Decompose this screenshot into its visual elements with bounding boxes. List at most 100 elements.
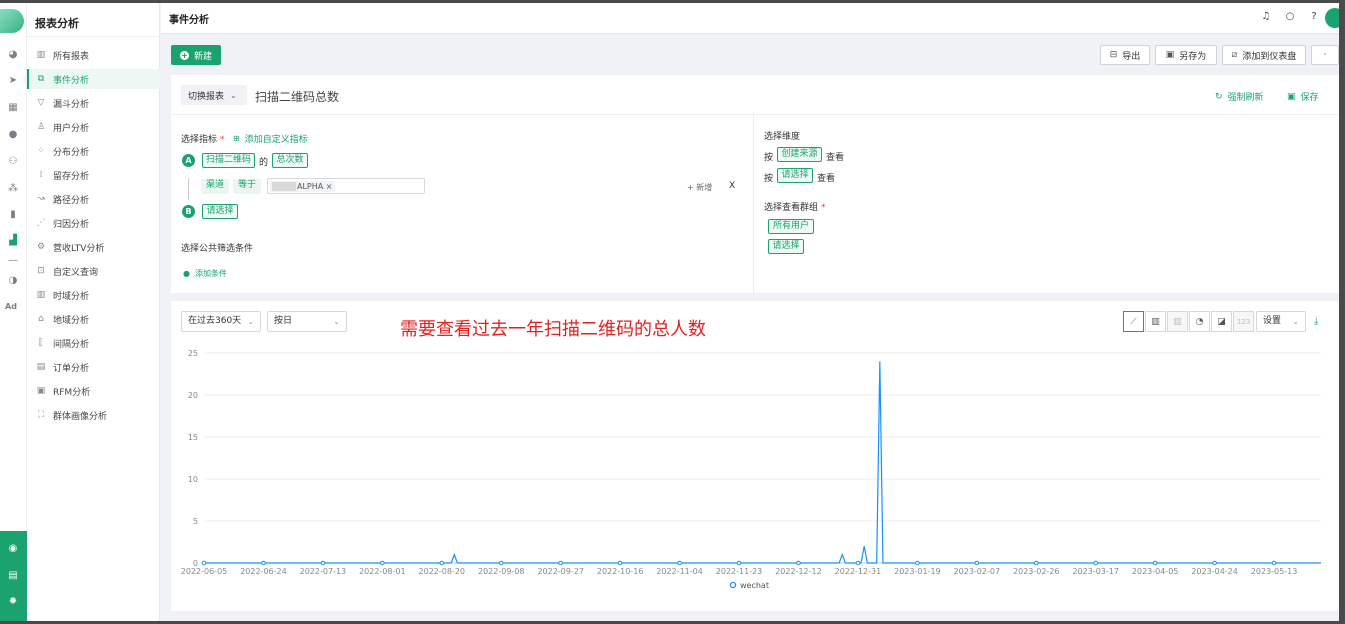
menu-item-attribution[interactable]: ⋰ 归因分析 (27, 213, 160, 233)
person-icon[interactable]: ● (7, 129, 19, 141)
revenue-icon: ⚙ (36, 242, 46, 252)
x-tick-label: 2022-07-13 (300, 567, 347, 576)
area-chart-toggle[interactable]: ◪ (1211, 311, 1232, 332)
page-title: 事件分析 (169, 15, 209, 26)
menu-item-order[interactable]: ▤ 订单分析 (27, 357, 160, 377)
menu-item-persona[interactable]: ⛶ 群体画像分析 (27, 405, 160, 425)
group-selector[interactable]: 所有用户 (768, 219, 814, 234)
users-icon[interactable]: ⚇ (7, 156, 19, 168)
force-refresh-link[interactable]: ↻ 强制刷新 (1215, 90, 1264, 104)
menu-item-revenue-ltv[interactable]: ⚙ 营收LTV分析 (27, 237, 160, 257)
bell-icon[interactable]: ♫ (1260, 11, 1272, 23)
bar-chart-toggle[interactable]: ▥ (1145, 311, 1166, 332)
aggregation-selector[interactable]: 总次数 (272, 153, 308, 168)
stacked-bar-toggle[interactable]: ▥ (1167, 311, 1188, 332)
data-point (261, 560, 266, 566)
menu-item-funnel[interactable]: ▽ 漏斗分析 (27, 93, 160, 113)
chart-panel: 在过去360天 ⌄ 按日 ⌄ 需要查看过去一年扫描二维码的总人数 ⟋ ▥ ▥ ◔ ◪… (171, 301, 1339, 611)
time-icon: ▥ (36, 290, 46, 300)
bookmark-icon[interactable]: ▮ (7, 209, 19, 221)
granularity-select[interactable]: 按日 ⌄ (267, 311, 347, 332)
group-label: 选择查看群组 * (764, 203, 826, 213)
help-icon[interactable]: ? (1308, 11, 1320, 23)
distribution-icon: ⁘ (37, 146, 45, 156)
data-point (558, 560, 563, 566)
plus-icon: + (179, 50, 189, 60)
add-to-dashboard-button[interactable]: ⧄ 添加到仪表盘 (1222, 45, 1306, 65)
download-icon[interactable]: ⤓ (1314, 316, 1318, 327)
filter-operator[interactable]: 等于 (233, 179, 261, 194)
settings-dropdown[interactable]: 设置 ⌄ (1256, 311, 1306, 332)
x-tick-label: 2022-12-31 (835, 567, 882, 576)
menu-item-region[interactable]: ⌂ 地域分析 (27, 309, 160, 329)
more-button[interactable]: · (1311, 45, 1339, 65)
x-tick-label: 2022-08-01 (359, 567, 406, 576)
dimension-selector-2[interactable]: 请选择 (777, 168, 813, 183)
ad-icon[interactable]: Ad (5, 301, 17, 313)
menu-item-rfm[interactable]: ▣ RFM分析 (27, 381, 160, 401)
menu-item-all-reports[interactable]: ▥ 所有报表 (27, 45, 160, 65)
data-point (380, 560, 385, 566)
send-icon[interactable]: ➤ (7, 75, 19, 87)
y-tick-label: 25 (188, 349, 198, 358)
add-condition-link[interactable]: ● 添加条件 (183, 268, 227, 279)
x-tick-label: 2022-09-08 (478, 567, 525, 576)
dimension-selector[interactable]: 创建来源 (777, 147, 822, 162)
cluster-icon[interactable]: ⁂ (7, 183, 19, 195)
switch-report-dropdown[interactable]: 切换报表 ⌄ (181, 85, 247, 105)
robot-icon[interactable]: ◉ (7, 543, 19, 555)
menu-item-path[interactable]: ↝ 路径分析 (27, 189, 160, 209)
new-button[interactable]: + 新建 (171, 45, 221, 65)
save-link[interactable]: ▣ 保存 (1287, 90, 1319, 104)
save-as-icon: ▣ (1165, 50, 1175, 60)
chat-icon[interactable]: ◑ (7, 275, 19, 287)
query-header: 切换报表 ⌄ 扫描二维码总数 ↻ 强制刷新 ▣ 保存 (171, 75, 1339, 115)
add-custom-metric-link[interactable]: ⊞ 添加自定义指标 (233, 132, 308, 145)
avatar[interactable] (1325, 8, 1339, 28)
pie-chart-toggle[interactable]: ◔ (1189, 311, 1210, 332)
settings-icon[interactable]: ✹ (7, 596, 19, 608)
menu-item-retention[interactable]: ⁞ 留存分析 (27, 165, 160, 185)
report-title[interactable]: 扫描二维码总数 (255, 88, 339, 105)
menu-item-time[interactable]: ▥ 时域分析 (27, 285, 160, 305)
data-point (736, 560, 742, 566)
message-icon[interactable]: ○ (1284, 11, 1296, 23)
analytics-icon[interactable]: ▟ (7, 235, 19, 247)
filter-field[interactable]: 渠道 (201, 179, 229, 194)
order-icon: ▤ (36, 362, 46, 372)
number-view-toggle[interactable]: 123 (1233, 311, 1254, 332)
add-filter-button[interactable]: + 新增 (687, 182, 712, 193)
menu-item-user[interactable]: ♙ 用户分析 (27, 117, 160, 137)
save-as-button[interactable]: ▣ 另存为 (1155, 45, 1217, 65)
remove-chip-icon[interactable]: × (326, 182, 333, 191)
line-chart-toggle[interactable]: ⟋ (1123, 311, 1144, 332)
menu-item-custom-query[interactable]: ⊡ 自定义查询 (27, 261, 160, 281)
refresh-icon: ↻ (1215, 91, 1223, 102)
event-selector[interactable]: 扫描二维码 (202, 153, 255, 168)
menu-item-distribution[interactable]: ⁘ 分布分析 (27, 141, 160, 161)
map-icon: ⌂ (38, 314, 44, 324)
user-icon: ♙ (36, 122, 46, 132)
data-point (1212, 560, 1217, 566)
dashboard-icon[interactable]: ◕ (7, 49, 19, 61)
data-point (974, 560, 980, 566)
export-button[interactable]: ⊟ 导出 (1100, 45, 1150, 65)
menu-item-interval[interactable]: ⟦ 间隔分析 (27, 333, 160, 353)
metric-b-selector[interactable]: 请选择 (202, 204, 238, 219)
close-filter-button[interactable]: X (729, 181, 735, 191)
more-icon: · (1323, 50, 1327, 60)
data-point (1271, 560, 1277, 566)
group-selector-2[interactable]: 请选择 (768, 239, 804, 254)
event-icon: ⧉ (37, 74, 45, 84)
filter-value-input[interactable]: ALPHA × (267, 178, 425, 194)
menu-item-event-analysis[interactable]: ⧉ 事件分析 (27, 69, 160, 89)
layout-icon[interactable]: ▦ (7, 102, 19, 114)
dimension-label: 选择维度 (764, 132, 801, 142)
filter-value-chip: ALPHA × (270, 181, 335, 192)
date-range-select[interactable]: 在过去360天 ⌄ (181, 311, 261, 332)
data-point (498, 560, 504, 566)
stacked-bar-icon: ▥ (1173, 316, 1182, 327)
x-tick-label: 2023-02-26 (1013, 567, 1060, 576)
server-icon[interactable]: ▤ (7, 570, 19, 582)
query-panel: 切换报表 ⌄ 扫描二维码总数 ↻ 强制刷新 ▣ 保存 选择指标 * ⊞ 添加自定义指标 A… (171, 75, 1339, 293)
